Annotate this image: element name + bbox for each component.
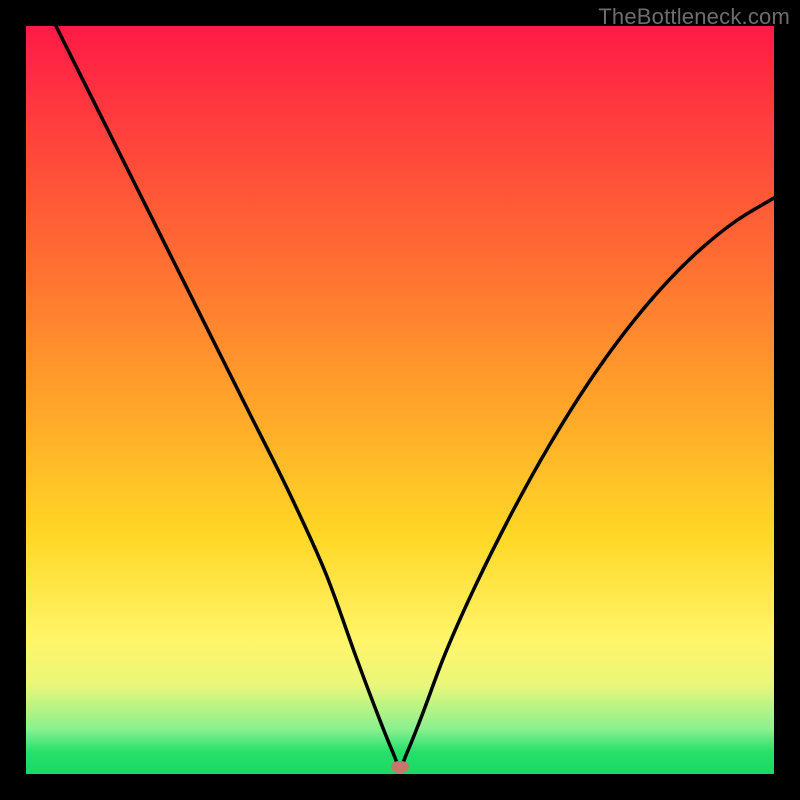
chart-frame: TheBottleneck.com	[0, 0, 800, 800]
watermark-text: TheBottleneck.com	[598, 4, 790, 30]
optimal-point-marker	[391, 761, 409, 773]
bottleneck-curve	[26, 26, 774, 774]
plot-area	[26, 26, 774, 774]
